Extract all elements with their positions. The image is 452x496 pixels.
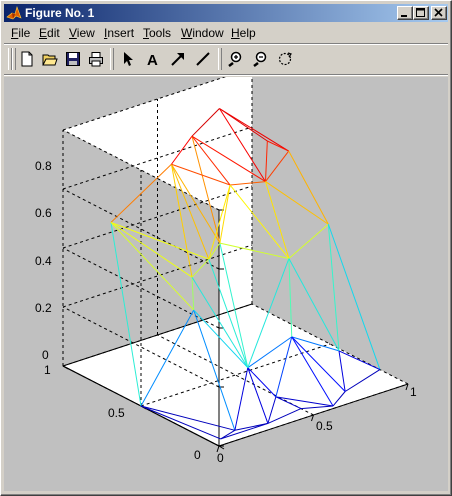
figure-toolbar: A [4,45,448,73]
figure-canvas[interactable]: 0.8 0.6 0.4 0.2 0 1 0.5 0 0 0.5 1 [4,77,448,491]
insert-line-button[interactable] [192,48,214,70]
select-arrow-icon [124,52,133,66]
menu-view[interactable]: View [69,26,95,40]
maximize-icon [416,8,425,17]
mesh-edge [288,150,329,225]
print-button[interactable] [85,48,107,70]
select-tool-button[interactable] [117,48,139,70]
trisurf-plot[interactable] [4,77,448,491]
minimize-icon [401,15,407,17]
mesh-edge [265,150,290,182]
mesh-edge [208,242,221,260]
menu-tools[interactable]: Tools [143,26,171,40]
save-button[interactable] [62,48,84,70]
save-icon [66,52,80,66]
mesh-edge [191,277,195,311]
rotate-3d-icon [278,52,292,66]
x-tick-label: 1 [410,385,417,399]
menu-file[interactable]: File [11,26,30,40]
toolbar-separator [110,48,114,70]
open-file-button[interactable] [39,48,61,70]
figure-window: Figure No. 1 File Edit View Insert Tools… [0,0,452,496]
new-file-icon [21,51,33,67]
close-button[interactable] [431,6,447,20]
maximize-button[interactable] [413,6,429,20]
zoom-in-icon [228,51,242,67]
x-tick-label: 0 [217,451,224,465]
mesh-edge [265,181,329,225]
z-tick-label: 0 [42,348,49,362]
new-figure-button[interactable] [16,48,38,70]
mesh-edge [288,223,329,259]
insert-arrow-icon [171,53,184,66]
mesh-edge [267,140,289,152]
zoom-out-icon [253,51,267,67]
insert-line-icon [196,52,210,66]
menu-help[interactable]: Help [231,26,256,40]
insert-text-button[interactable]: A [142,48,164,70]
zoom-in-button[interactable] [224,48,246,70]
y-tick-label: 1 [44,363,51,377]
window-title: Figure No. 1 [25,6,95,20]
mesh-edge [265,181,290,259]
z-tick-label: 0.4 [35,254,52,268]
toolbar-separator-line [4,74,448,76]
zoom-out-button[interactable] [249,48,271,70]
z-tick-label: 0.6 [35,206,52,220]
minimize-button[interactable] [397,6,413,20]
close-icon [434,8,443,17]
menu-insert[interactable]: Insert [104,26,134,40]
menu-edit[interactable]: Edit [39,26,60,40]
axes-floor [63,304,408,446]
mesh-edge [327,224,340,351]
z-tick-label: 0.8 [35,159,52,173]
y-tick-label: 0 [194,448,201,462]
insert-text-icon: A [147,52,158,67]
mesh-edge [265,140,268,182]
mesh-edge [110,222,193,278]
open-folder-icon [42,54,58,66]
toolbar-separator-2 [218,48,222,70]
rotate-3d-button[interactable] [274,48,296,70]
title-bar[interactable]: Figure No. 1 [4,4,448,22]
x-tick-label: 0.5 [316,419,333,433]
print-icon [89,52,103,67]
svg-text:A: A [147,52,158,67]
matlab-logo-icon [6,6,22,20]
z-tick-label: 0.2 [35,301,52,315]
y-tick-label: 0.5 [108,406,125,420]
insert-arrow-button[interactable] [167,48,189,70]
menu-window[interactable]: Window [181,26,224,40]
menu-bar: File Edit View Insert Tools Window Help [4,23,448,42]
mesh-edge [110,221,209,260]
